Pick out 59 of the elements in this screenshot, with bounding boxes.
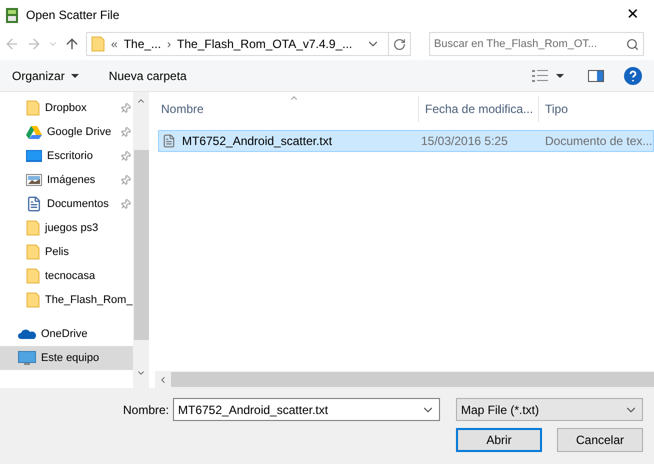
sidebar-item[interactable]: Pelis <box>0 240 133 264</box>
computer-icon <box>18 350 36 366</box>
organize-button[interactable]: Organizar <box>12 66 79 84</box>
sidebar-item[interactable]: Documentos <box>0 192 133 216</box>
folder-icon <box>26 220 40 236</box>
cloud-icon <box>18 328 36 340</box>
window-title: Open Scatter File <box>26 7 120 24</box>
view-options-icon[interactable] <box>532 70 548 82</box>
table-cell-text: Documento de tex... <box>544 133 652 150</box>
file-row[interactable]: MT6752_Android_scatter.txt 15/03/2016 5:25 Documento de tex... <box>158 130 654 152</box>
dialog-button[interactable]: Cancelar <box>557 428 643 452</box>
folder-icon <box>91 36 105 52</box>
sidebar-item[interactable]: Dropbox <box>0 96 133 120</box>
sidebar-item[interactable]: juegos ps3 <box>0 216 133 240</box>
search-input[interactable]: Buscar en The_Flash_Rom_OT... <box>434 36 626 52</box>
document-icon <box>26 196 42 212</box>
file-name-label: Nombre: <box>122 402 169 418</box>
scroll-thumb[interactable] <box>134 150 148 340</box>
desktop-icon <box>26 150 42 162</box>
breadcrumb-overflow[interactable]: « <box>111 35 118 53</box>
column-header[interactable]: Nombre <box>155 96 419 122</box>
caret-icon[interactable] <box>556 74 564 78</box>
close-button[interactable]: ✕ <box>618 2 648 28</box>
sidebar-item[interactable]: The_Flash_Rom_ <box>0 288 133 312</box>
search-field[interactable]: Buscar en The_Flash_Rom_OT... <box>429 32 644 56</box>
address-bar[interactable]: « The_... › The_Flash_Rom_OTA_v7.4.9_... <box>86 32 411 56</box>
image-icon <box>26 174 42 186</box>
folder-icon <box>26 268 40 284</box>
sidebar-item[interactable]: Este equipo <box>0 346 133 370</box>
table-cell-text: 15/03/2016 5:25 <box>420 133 509 150</box>
sidebar-item[interactable]: OneDrive <box>0 322 133 346</box>
breadcrumb-separator: › <box>167 36 172 53</box>
search-icon <box>626 38 639 50</box>
file-type-dropdown[interactable]: Map File (*.txt) <box>456 398 643 421</box>
sidebar-item[interactable]: Imágenes <box>0 168 133 192</box>
column-header[interactable]: Fecha de modifica... <box>419 96 539 122</box>
sidebar-item[interactable]: Google Drive <box>0 120 133 144</box>
file-name-input: MT6752_Android_scatter.txt <box>178 400 421 418</box>
up-icon[interactable] <box>64 36 80 52</box>
app-icon <box>6 8 18 22</box>
column-header[interactable]: Tipo <box>539 96 654 122</box>
sidebar-scrollbar[interactable] <box>133 92 149 388</box>
breadcrumb[interactable]: The_... <box>124 35 162 53</box>
help-icon[interactable] <box>624 66 642 84</box>
refresh-icon[interactable] <box>393 38 406 50</box>
folder-icon <box>26 100 40 116</box>
text-file-icon <box>162 134 176 148</box>
file-name-field[interactable]: MT6752_Android_scatter.txt <box>173 398 440 421</box>
sidebar-item[interactable]: Escritorio <box>0 144 133 168</box>
caret-icon <box>70 74 79 78</box>
folder-icon <box>26 244 40 260</box>
preview-pane-icon[interactable] <box>588 70 604 82</box>
triangle-logo-icon <box>26 125 42 139</box>
folder-icon <box>26 292 40 308</box>
new-folder-button[interactable]: Nueva carpeta <box>108 66 187 84</box>
sidebar-item[interactable]: tecnocasa <box>0 264 133 288</box>
file-name: MT6752_Android_scatter.txt <box>182 133 332 150</box>
breadcrumb[interactable]: The_Flash_Rom_OTA_v7.4.9_... <box>177 35 352 53</box>
dialog-button[interactable]: Abrir <box>456 428 542 452</box>
